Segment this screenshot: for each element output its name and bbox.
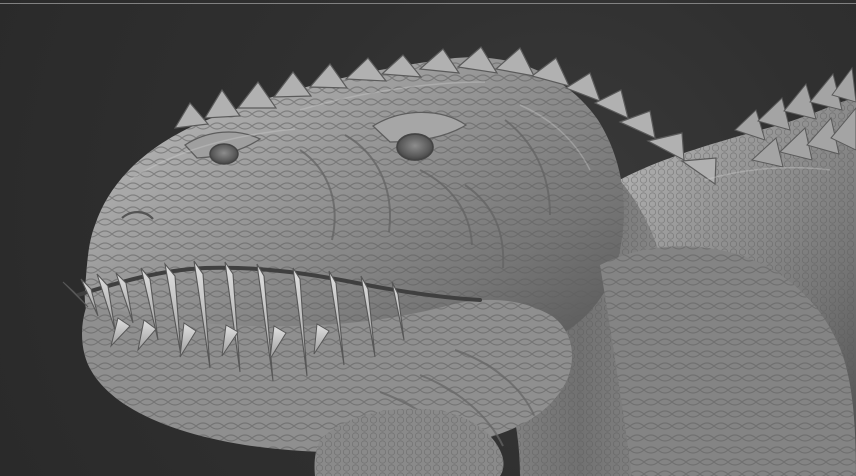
dinosaur-sculpt[interactable] (0, 0, 856, 476)
left-eye (209, 143, 239, 165)
sculpt-viewport[interactable] (0, 0, 856, 476)
right-eye (396, 133, 434, 161)
